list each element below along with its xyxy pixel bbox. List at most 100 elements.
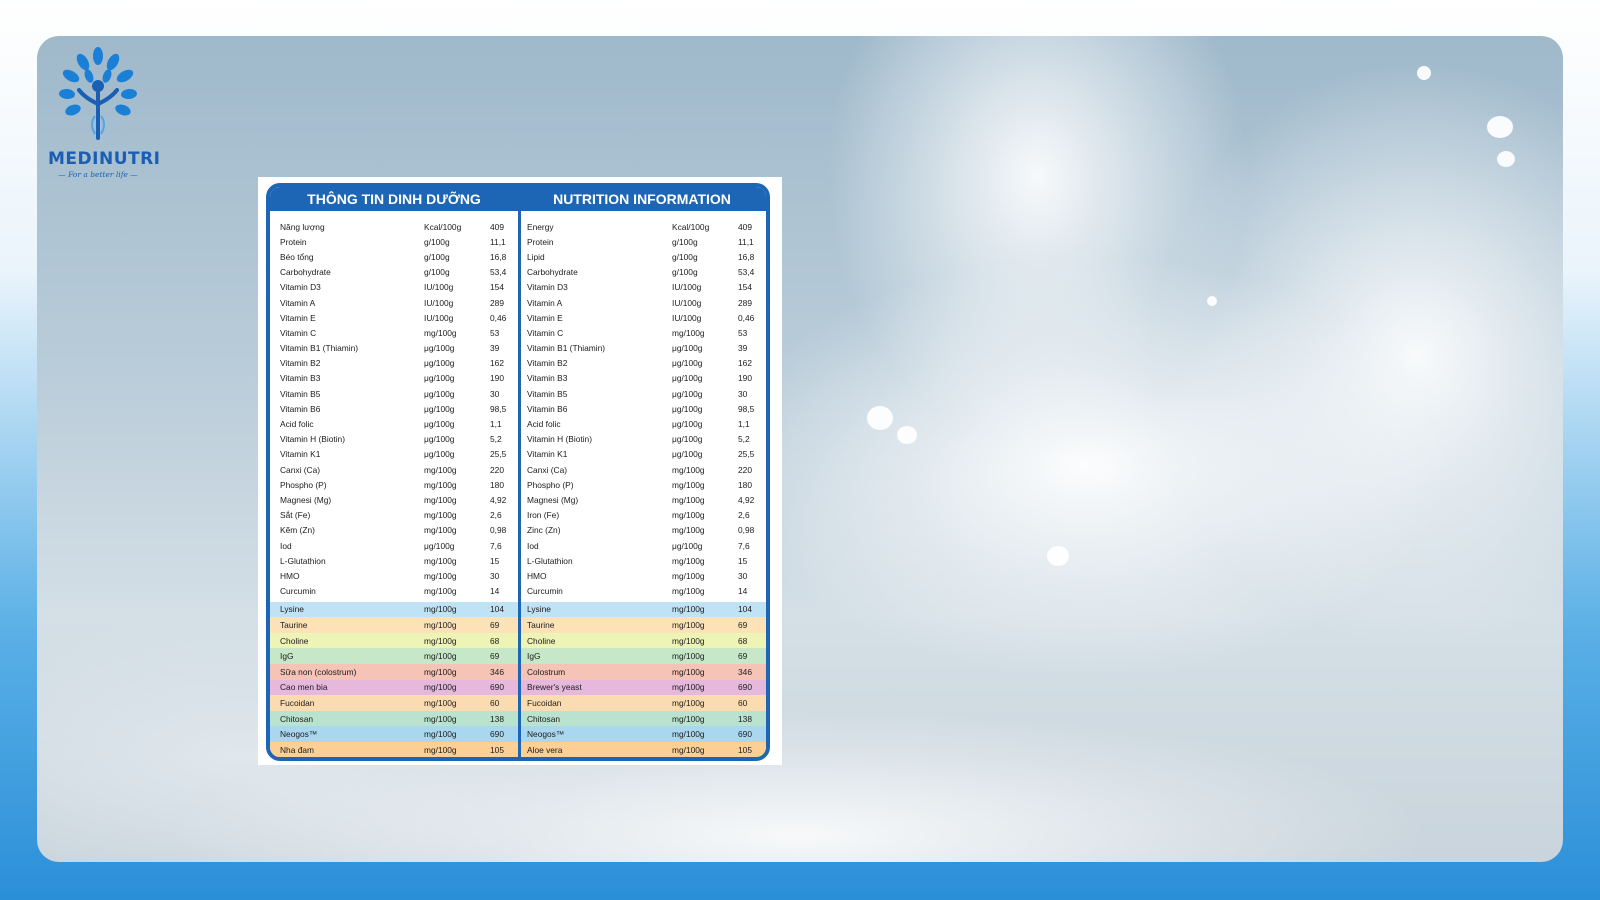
nutrient-value: 138 bbox=[738, 713, 752, 724]
nutrient-name: Neogos™ bbox=[527, 729, 565, 740]
nutrient-unit: mg/100g bbox=[424, 479, 457, 490]
nutrient-unit: μg/100g bbox=[424, 388, 455, 399]
table-row: Taurine mg/100g 69 bbox=[518, 617, 766, 633]
nutrient-value: 0,46 bbox=[490, 312, 507, 323]
milk-droplet bbox=[1417, 66, 1431, 80]
table-row: Lysine mg/100g 104 bbox=[270, 601, 518, 618]
nutrition-table-panel: THÔNG TIN DINH DƯỠNG NUTRITION INFORMATI… bbox=[258, 177, 782, 765]
nutrient-unit: μg/100g bbox=[672, 449, 703, 460]
table-row: Canxi (Ca) mg/100g 220 bbox=[518, 462, 766, 477]
nutrient-value: 104 bbox=[738, 760, 766, 761]
nutrient-unit: μg/100g bbox=[424, 434, 455, 445]
nutrient-name: Brewer's yeast bbox=[527, 682, 582, 693]
nutrient-value: 220 bbox=[738, 464, 752, 475]
nutrition-table: THÔNG TIN DINH DƯỠNG NUTRITION INFORMATI… bbox=[266, 183, 770, 761]
table-row: Iod μg/100g 7,6 bbox=[518, 538, 766, 553]
nutrient-name: Fucoidan bbox=[527, 698, 562, 709]
table-row: Vitamin H (Biotin) μg/100g 5,2 bbox=[270, 432, 518, 447]
table-row: Vitamin B1 (Thiamin) μg/100g 39 bbox=[518, 341, 766, 356]
nutrient-unit: μg/100g bbox=[672, 358, 703, 369]
nutrient-name: Fucoidan bbox=[280, 698, 315, 709]
table-row: Neogos™ mg/100g 690 bbox=[518, 726, 766, 743]
nutrient-name: Choline bbox=[527, 635, 556, 646]
nutrient-name: Vitamin B6 bbox=[280, 403, 321, 414]
table-row: Nest Meal Extractμg/100g104 bbox=[518, 758, 766, 761]
nutrient-value: 0,98 bbox=[738, 525, 755, 536]
nutrient-unit: μg/100g bbox=[672, 760, 738, 761]
table-row: Béo tổng g/100g 16,8 bbox=[270, 249, 518, 264]
nutrient-name: Vitamin D3 bbox=[527, 282, 568, 293]
nutrient-name: Vitamin C bbox=[527, 327, 564, 338]
nutrient-value: 105 bbox=[738, 744, 752, 755]
table-row: Magnesi (Mg) mg/100g 4,92 bbox=[270, 492, 518, 507]
nutrient-unit: mg/100g bbox=[424, 635, 457, 646]
nutrient-unit: mg/100g bbox=[672, 327, 705, 338]
column-divider bbox=[518, 209, 521, 757]
nutrient-value: 30 bbox=[738, 570, 748, 581]
nutrient-name: Canxi (Ca) bbox=[527, 464, 568, 475]
milk-droplet bbox=[1497, 151, 1515, 167]
nutrient-unit: mg/100g bbox=[424, 494, 457, 505]
nutrient-value: 104 bbox=[490, 760, 518, 761]
nutrient-unit: IU/100g bbox=[424, 312, 454, 323]
table-row: Protein g/100g 11,1 bbox=[518, 234, 766, 249]
table-row: Choline mg/100g 68 bbox=[270, 632, 518, 649]
nutrient-value: 53,4 bbox=[738, 267, 755, 278]
table-row: Kẽm (Zn) mg/100g 0,98 bbox=[270, 523, 518, 538]
nutrient-name: HMO bbox=[527, 570, 547, 581]
table-row: Vitamin E IU/100g 0,46 bbox=[270, 310, 518, 325]
nutrient-name: Magnesi (Mg) bbox=[280, 494, 332, 505]
nutrient-name: Nha đam bbox=[280, 744, 314, 755]
nutrient-name: Lipid bbox=[527, 251, 545, 262]
nutrient-unit: μg/100g bbox=[672, 434, 703, 445]
nutrient-value: 154 bbox=[490, 282, 504, 293]
table-row: Vitamin B5 μg/100g 30 bbox=[518, 386, 766, 401]
nutrient-unit: g/100g bbox=[672, 251, 698, 262]
nutrient-name: IgG bbox=[527, 651, 541, 662]
nutrient-name: Vitamin B5 bbox=[527, 388, 568, 399]
table-row: Carbohydrate g/100g 53,4 bbox=[270, 265, 518, 280]
table-row: Taurine mg/100g 69 bbox=[270, 617, 518, 633]
nutrient-value: 190 bbox=[738, 373, 752, 384]
nutrient-value: 346 bbox=[738, 666, 752, 677]
table-row: Zinc (Zn) mg/100g 0,98 bbox=[518, 523, 766, 538]
nutrient-name: Zinc (Zn) bbox=[527, 525, 561, 536]
table-row: Phospho (P) mg/100g 180 bbox=[270, 477, 518, 492]
nutrient-name: Carbohydrate bbox=[527, 267, 578, 278]
nutrient-value: 409 bbox=[490, 221, 504, 232]
milk-droplet bbox=[1487, 116, 1513, 138]
nutrient-name: Vitamin B2 bbox=[527, 358, 568, 369]
nutrient-value: 2,6 bbox=[738, 510, 750, 521]
column-vietnamese: Năng lượng Kcal/100g 409 Protein g/100g 11,1 B… bbox=[270, 211, 518, 761]
nutrient-value: 0,98 bbox=[490, 525, 507, 536]
brand-name: MEDINUTRI bbox=[48, 149, 161, 169]
nutrient-value: 14 bbox=[490, 586, 500, 597]
table-row: Vitamin B2 μg/100g 162 bbox=[518, 356, 766, 371]
table-row: Fucoidan mg/100g 60 bbox=[270, 695, 518, 711]
nutrient-unit: μg/100g bbox=[672, 343, 703, 354]
nutrient-value: 690 bbox=[738, 729, 752, 740]
nutrient-value: 5,2 bbox=[738, 434, 750, 445]
nutrient-name: Curcumin bbox=[280, 586, 316, 597]
nutrient-unit: IU/100g bbox=[672, 282, 702, 293]
nutrient-unit: mg/100g bbox=[672, 525, 705, 536]
table-row: Carbohydrate g/100g 53,4 bbox=[518, 265, 766, 280]
nutrient-name: Vitamin B6 bbox=[527, 403, 568, 414]
nutrient-unit: mg/100g bbox=[424, 651, 457, 662]
table-row: Vitamin A IU/100g 289 bbox=[270, 295, 518, 310]
nutrient-unit: g/100g bbox=[672, 236, 698, 247]
nutrient-value: 25,5 bbox=[738, 449, 755, 460]
nutrient-name: Choline bbox=[280, 635, 309, 646]
nutrient-name: Năng lượng bbox=[280, 221, 325, 232]
table-row: IgG mg/100g 69 bbox=[518, 648, 766, 665]
nutrient-name: Protein bbox=[280, 236, 307, 247]
nutrient-name: Phospho (P) bbox=[527, 479, 574, 490]
nutrient-name: Curcumin bbox=[527, 586, 563, 597]
nutrient-unit: mg/100g bbox=[672, 744, 705, 755]
nutrient-unit: μg/100g bbox=[424, 343, 455, 354]
nutrient-unit: μg/100g bbox=[424, 358, 455, 369]
table-row: Colostrum mg/100g 346 bbox=[518, 664, 766, 680]
nutrient-value: 690 bbox=[490, 729, 504, 740]
nutrient-value: 104 bbox=[490, 604, 504, 615]
table-row: Iod μg/100g 7,6 bbox=[270, 538, 518, 553]
